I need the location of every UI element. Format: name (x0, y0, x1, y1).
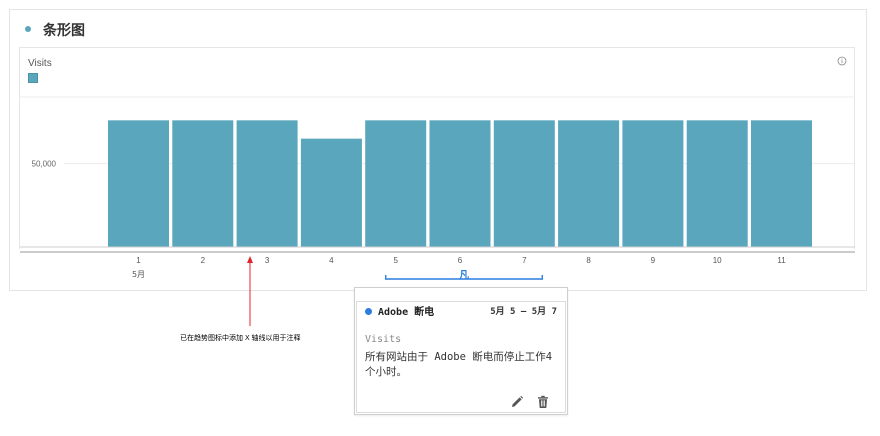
trash-icon[interactable] (536, 395, 550, 409)
x-tick-label: 7 (522, 256, 527, 265)
annotation-range-label: 凡 (459, 270, 469, 282)
bar (365, 120, 427, 247)
x-tick-label: 8 (586, 256, 591, 265)
pencil-icon[interactable] (510, 395, 524, 409)
x-tick-label: 2 (201, 256, 206, 265)
note-arrow-head (247, 256, 253, 263)
y-tick-label: 50,000 (32, 160, 57, 169)
annotation-title: Adobe 断电 (378, 307, 435, 318)
annotation-date-range: 5月 5 – 5月 7 (490, 307, 557, 317)
x-tick-label: 6 (458, 256, 463, 265)
x-tick-label: 5 (393, 256, 398, 265)
x-sublabel: 5月 (132, 270, 145, 279)
x-tick-label: 9 (651, 256, 656, 265)
x-tick-label: 1 (136, 256, 141, 265)
bar (108, 120, 169, 247)
bar (236, 120, 298, 247)
bar (172, 120, 234, 247)
bar (751, 120, 812, 247)
bar (493, 120, 555, 247)
x-tick-label: 4 (329, 256, 334, 265)
bar (622, 120, 684, 247)
annotation-card[interactable]: Adobe 断电 5月 5 – 5月 7 Visits 所有网站由于 Adobe… (354, 287, 568, 415)
x-tick-label: 11 (777, 256, 786, 265)
bar (558, 120, 620, 247)
annotation-description: 所有网站由于 Adobe 断电而停止工作4个小时。 (365, 351, 553, 378)
bar (300, 138, 362, 247)
x-tick-label: 10 (713, 256, 722, 265)
side-note-text: 已在趋势图标中添加 X 轴线以用于注释 (180, 335, 301, 342)
bar (686, 120, 748, 247)
annotation-dot (365, 308, 372, 315)
x-tick-label: 3 (265, 256, 270, 265)
bar (429, 120, 491, 247)
annotation-metric: Visits (365, 334, 402, 345)
